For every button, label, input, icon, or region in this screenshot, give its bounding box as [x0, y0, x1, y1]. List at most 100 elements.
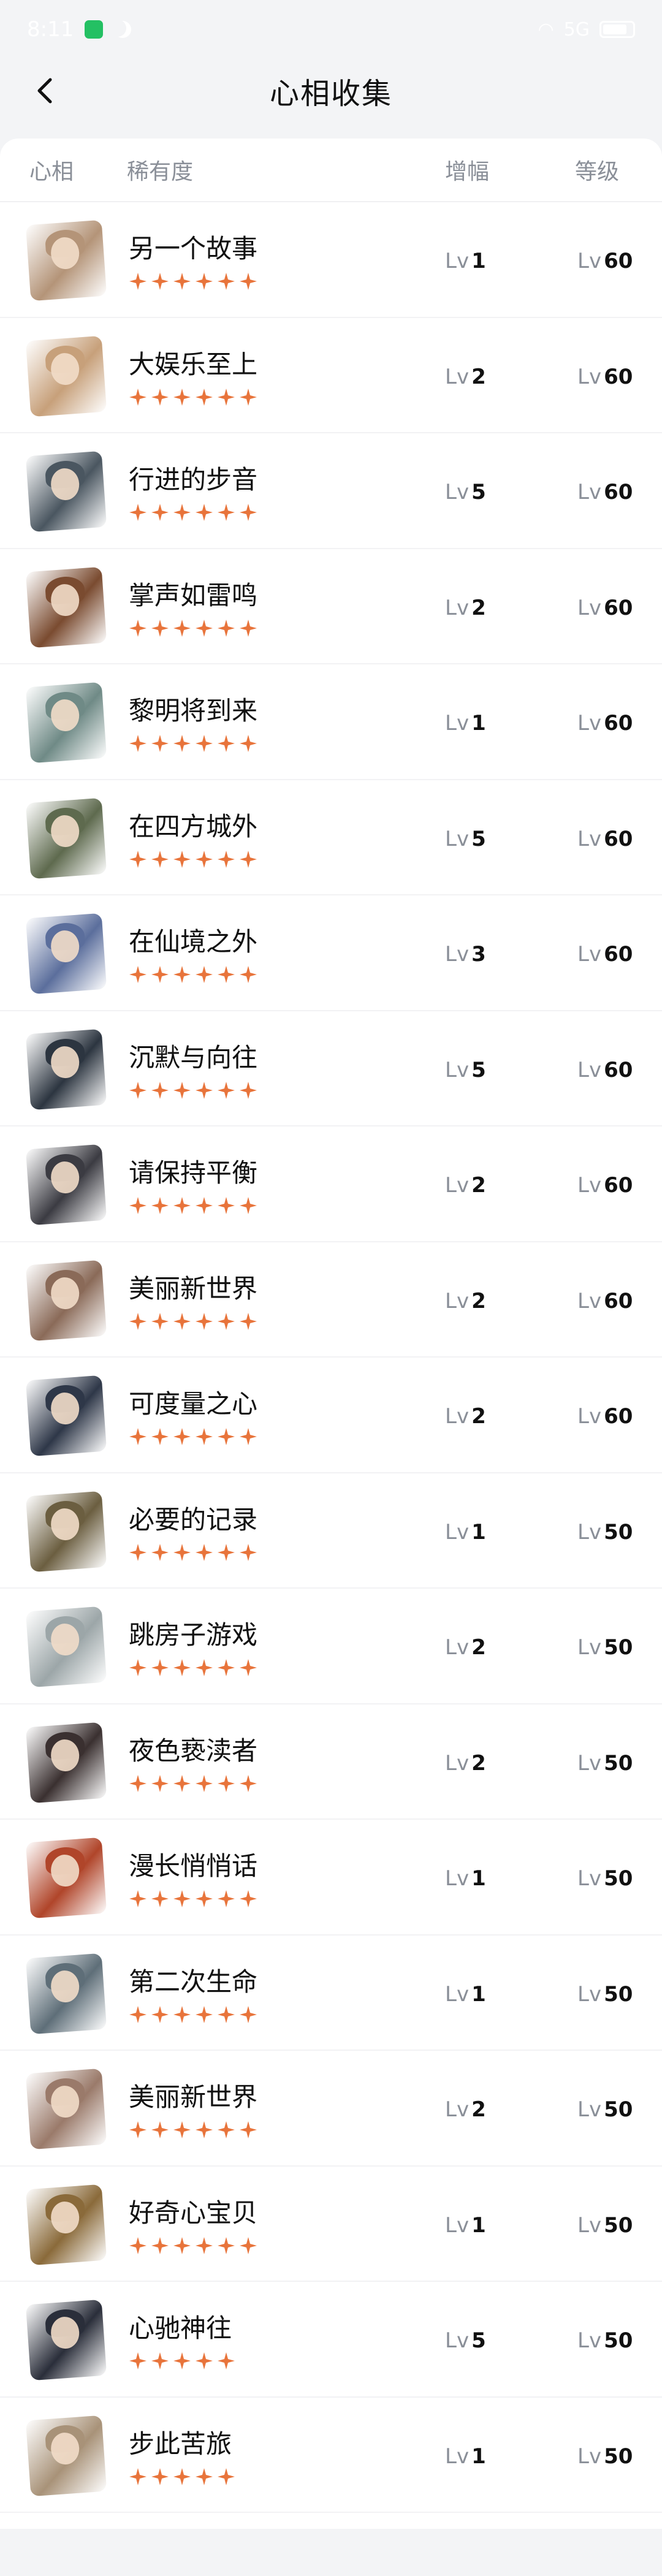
- rarity-stars: [129, 1312, 257, 1331]
- list-item[interactable]: 黎明将到来 Lv 1 Lv 60: [0, 664, 662, 780]
- lv-prefix: Lv: [445, 1981, 470, 2007]
- star-icon: [240, 1081, 257, 1099]
- list-item[interactable]: 漫长悄悄话 Lv 1 Lv 50: [0, 1820, 662, 1936]
- back-button[interactable]: [27, 72, 64, 109]
- boost-value: 1: [471, 2213, 486, 2238]
- lv-prefix: Lv: [445, 942, 470, 967]
- star-icon: [129, 1197, 146, 1214]
- card-level: Lv 60: [577, 711, 633, 735]
- star-icon: [173, 1890, 191, 1907]
- card-thumbnail: [25, 1837, 107, 1919]
- chevron-left-icon: [37, 78, 52, 104]
- lv-prefix: Lv: [577, 364, 602, 389]
- rarity-stars: [129, 2236, 257, 2255]
- star-icon: [196, 388, 213, 406]
- star-icon: [151, 388, 169, 406]
- boost-level: Lv 2: [445, 1751, 486, 1776]
- boost-value: 2: [471, 595, 486, 620]
- list-item[interactable]: 另一个故事 Lv 1 Lv 60: [0, 202, 662, 318]
- list-item[interactable]: 必要的记录 Lv 1 Lv 50: [0, 1473, 662, 1589]
- boost-value: 1: [471, 1866, 486, 1891]
- star-icon: [196, 1081, 213, 1099]
- boost-level: Lv 1: [445, 249, 486, 273]
- header: 心相收集: [0, 59, 662, 123]
- column-header-boost: 增幅: [445, 159, 490, 184]
- star-icon: [173, 2121, 191, 2138]
- level-value: 60: [604, 1404, 633, 1429]
- list-item[interactable]: 掌声如雷鸣 Lv 2 Lv 60: [0, 549, 662, 664]
- lv-prefix: Lv: [445, 2444, 470, 2469]
- boost-level: Lv 3: [445, 942, 486, 967]
- star-icon: [218, 2468, 235, 2485]
- card-thumbnail: [25, 797, 107, 879]
- list-item[interactable]: 跳房子游戏 Lv 2 Lv 50: [0, 1589, 662, 1704]
- star-icon: [196, 1774, 213, 1792]
- lv-prefix: Lv: [577, 2444, 602, 2469]
- lv-prefix: Lv: [445, 826, 470, 851]
- list-item[interactable]: 在仙境之外 Lv 3 Lv 60: [0, 895, 662, 1011]
- star-icon: [151, 966, 169, 983]
- list-item[interactable]: 美丽新世界 Lv 2 Lv 60: [0, 1242, 662, 1358]
- lv-prefix: Lv: [577, 711, 602, 735]
- star-icon: [173, 850, 191, 868]
- star-icon: [196, 850, 213, 868]
- star-icon: [240, 2121, 257, 2138]
- star-icon: [218, 966, 235, 983]
- rarity-stars: [129, 1081, 257, 1100]
- star-icon: [129, 2005, 146, 2023]
- card-name: 请保持平衡: [129, 1158, 258, 1188]
- star-icon: [173, 1543, 191, 1561]
- level-value: 60: [604, 711, 633, 735]
- list-item[interactable]: 沉默与向往 Lv 5 Lv 60: [0, 1011, 662, 1127]
- level-value: 60: [604, 364, 633, 389]
- wechat-icon: [85, 20, 104, 39]
- card-level: Lv 60: [577, 1058, 633, 1082]
- star-icon: [151, 1543, 169, 1561]
- card-level: Lv 60: [577, 1404, 633, 1429]
- star-icon: [129, 1774, 146, 1792]
- star-icon: [218, 1543, 235, 1561]
- card-name: 漫长悄悄话: [129, 1851, 258, 1881]
- boost-level: Lv 5: [445, 1058, 486, 1082]
- card-name: 心驰神往: [129, 2313, 232, 2343]
- star-icon: [218, 2352, 235, 2369]
- rarity-stars: [129, 1658, 257, 1677]
- list-item[interactable]: 行进的步音 Lv 5 Lv 60: [0, 433, 662, 549]
- boost-value: 1: [471, 711, 486, 735]
- star-icon: [218, 1081, 235, 1099]
- list-item[interactable]: 第二次生命 Lv 1 Lv 50: [0, 1936, 662, 2051]
- do-not-disturb-icon: [114, 21, 131, 38]
- boost-value: 1: [471, 1981, 486, 2007]
- star-icon: [173, 1774, 191, 1792]
- boost-value: 5: [471, 2328, 486, 2353]
- star-icon: [218, 2005, 235, 2023]
- list-item[interactable]: 大娱乐至上 Lv 2 Lv 60: [0, 318, 662, 433]
- list-item[interactable]: 在四方城外 Lv 5 Lv 60: [0, 780, 662, 895]
- list-item[interactable]: 请保持平衡 Lv 2 Lv 60: [0, 1127, 662, 1242]
- star-icon: [196, 1890, 213, 1907]
- card-name: 跳房子游戏: [129, 1620, 258, 1650]
- star-icon: [151, 1197, 169, 1214]
- status-time: 8:11: [27, 17, 74, 42]
- rarity-stars: [129, 1774, 257, 1793]
- card-name: 可度量之心: [129, 1389, 258, 1419]
- lv-prefix: Lv: [445, 364, 470, 389]
- list-item[interactable]: 夜色亵渎者 Lv 2 Lv 50: [0, 1704, 662, 1820]
- list-item[interactable]: 步此苦旅 Lv 1 Lv 50: [0, 2398, 662, 2513]
- star-icon: [129, 966, 146, 983]
- card-thumbnail: [25, 1375, 107, 1457]
- star-icon: [196, 619, 213, 637]
- card-level: Lv 60: [577, 480, 633, 504]
- card-name: 美丽新世界: [129, 1273, 258, 1304]
- list-item[interactable]: 心驰神往 Lv 5 Lv 50: [0, 2282, 662, 2398]
- card-name: 步此苦旅: [129, 2428, 232, 2459]
- lv-prefix: Lv: [445, 1635, 470, 1660]
- list-item[interactable]: 可度量之心 Lv 2 Lv 60: [0, 1358, 662, 1473]
- card-name: 沉默与向往: [129, 1042, 258, 1073]
- star-icon: [129, 504, 146, 521]
- list-item[interactable]: 美丽新世界 Lv 2 Lv 50: [0, 2051, 662, 2167]
- list-item[interactable]: 好奇心宝贝 Lv 1 Lv 50: [0, 2167, 662, 2282]
- star-icon: [196, 2468, 213, 2485]
- card-name: 美丽新世界: [129, 2082, 258, 2112]
- star-icon: [196, 2352, 213, 2369]
